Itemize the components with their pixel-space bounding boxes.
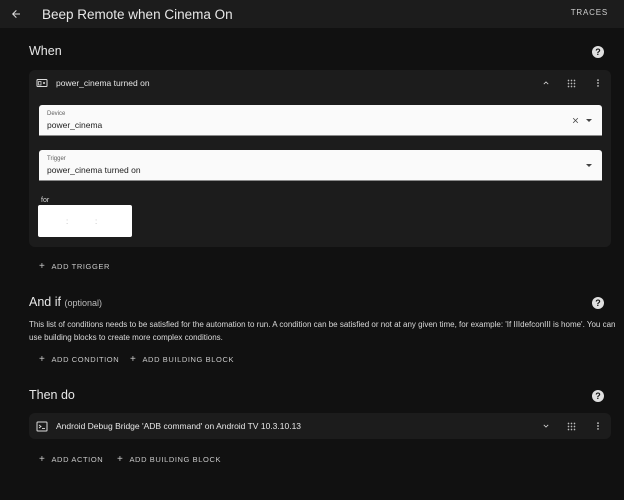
trigger-field-label: Trigger <box>47 156 66 162</box>
page-title: Beep Remote when Cinema On <box>42 6 233 22</box>
trigger-field-value: power_cinema turned on <box>47 165 141 175</box>
for-label: for <box>41 197 50 204</box>
action-card: Android Debug Bridge 'ADB command' on An… <box>29 413 611 439</box>
then-do-help-icon[interactable]: ? <box>592 390 604 402</box>
device-field-value: power_cinema <box>47 120 103 130</box>
duration-separator-2: : <box>95 217 98 226</box>
plus-icon: + <box>117 454 124 465</box>
drag-handle-icon <box>567 422 575 430</box>
add-action-label: ADD ACTION <box>51 455 104 464</box>
then-do-heading: Then do <box>29 388 75 402</box>
add-condition-building-block-button[interactable]: + ADD BUILDING BLOCK <box>130 354 234 365</box>
top-app-bar: Beep Remote when Cinema On TRACES <box>0 0 624 28</box>
add-action-building-block-button[interactable]: + ADD BUILDING BLOCK <box>117 454 221 465</box>
add-action-button[interactable]: + ADD ACTION <box>39 454 103 465</box>
plus-icon: + <box>39 354 46 365</box>
trigger-dropdown-caret[interactable] <box>586 164 592 167</box>
plus-icon: + <box>39 454 46 465</box>
dots-vertical-icon <box>597 422 599 430</box>
duration-separator-1: : <box>66 217 69 226</box>
drag-handle[interactable] <box>564 76 578 90</box>
chevron-up-icon <box>543 81 549 85</box>
add-condition-label: ADD CONDITION <box>51 355 120 364</box>
action-card-title: Android Debug Bridge 'ADB command' on An… <box>56 421 302 431</box>
duration-input[interactable]: : : <box>38 205 132 237</box>
drag-handle-icon <box>567 79 575 87</box>
back-button[interactable] <box>2 0 30 28</box>
and-if-help-icon[interactable]: ? <box>592 297 604 309</box>
conditions-description: This list of conditions needs to be sati… <box>29 320 616 342</box>
chevron-down-icon <box>543 424 549 428</box>
trigger-card-header[interactable]: power_cinema turned on <box>36 76 150 90</box>
clear-device-button[interactable] <box>570 115 581 126</box>
action-menu-button[interactable] <box>591 419 605 433</box>
trigger-menu-button[interactable] <box>591 76 605 90</box>
arrow-left-icon <box>12 10 20 18</box>
device-field-label: Device <box>47 111 66 117</box>
dots-vertical-icon <box>597 79 599 87</box>
and-if-title: And if <box>29 295 61 309</box>
when-heading: When <box>29 44 62 58</box>
add-condition-button[interactable]: + ADD CONDITION <box>39 354 119 365</box>
expand-button[interactable] <box>539 419 553 433</box>
action-drag-handle[interactable] <box>564 419 578 433</box>
remote-device-icon <box>36 78 48 87</box>
add-action-building-block-label: ADD BUILDING BLOCK <box>129 455 222 464</box>
trigger-card-title: power_cinema turned on <box>56 78 150 88</box>
and-if-heading: And if (optional) <box>29 295 102 309</box>
optional-label: (optional) <box>64 298 102 308</box>
device-dropdown-caret[interactable] <box>586 119 592 122</box>
traces-button[interactable]: TRACES <box>571 8 608 17</box>
when-help-icon[interactable]: ? <box>592 46 604 58</box>
add-trigger-button[interactable]: + ADD TRIGGER <box>39 261 110 272</box>
add-condition-building-block-label: ADD BUILDING BLOCK <box>142 355 235 364</box>
add-trigger-label: ADD TRIGGER <box>51 262 111 271</box>
close-icon <box>572 117 579 124</box>
plus-icon: + <box>39 261 46 272</box>
action-card-header[interactable]: Android Debug Bridge 'ADB command' on An… <box>36 419 301 433</box>
console-icon <box>36 421 48 431</box>
collapse-button[interactable] <box>539 76 553 90</box>
device-field[interactable]: Device power_cinema <box>39 105 602 136</box>
trigger-field[interactable]: Trigger power_cinema turned on <box>39 150 602 181</box>
plus-icon: + <box>130 354 137 365</box>
